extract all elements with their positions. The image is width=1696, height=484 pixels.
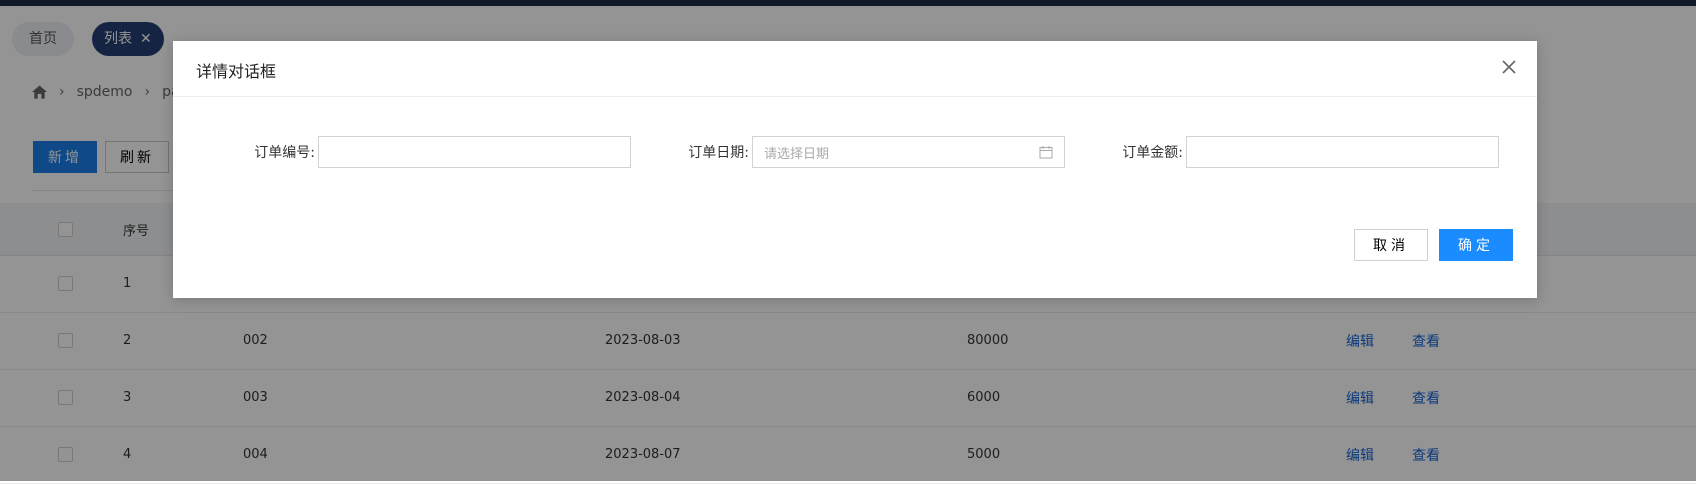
- form-item-order-no: 订单编号:: [233, 136, 631, 168]
- detail-dialog: 详情对话框 订单编号: 订单日期: 请选择日期 订单金额: 取消 确定: [173, 41, 1537, 298]
- order-date-label: 订单日期:: [688, 145, 749, 161]
- cancel-button[interactable]: 取消: [1354, 229, 1428, 261]
- order-date-picker[interactable]: 请选择日期: [752, 136, 1065, 168]
- confirm-button[interactable]: 确定: [1439, 229, 1513, 261]
- dialog-header: 详情对话框: [173, 41, 1537, 97]
- order-date-placeholder: 请选择日期: [764, 146, 830, 162]
- form-item-order-date: 订单日期: 请选择日期: [667, 136, 1065, 168]
- order-no-input[interactable]: [318, 136, 631, 168]
- order-no-label: 订单编号:: [254, 145, 315, 161]
- close-icon[interactable]: [1499, 57, 1519, 77]
- dialog-footer: 取消 确定: [1354, 229, 1513, 261]
- order-amount-input[interactable]: [1186, 136, 1499, 168]
- calendar-icon[interactable]: [1039, 145, 1053, 159]
- order-amount-label: 订单金额:: [1122, 145, 1183, 161]
- form-item-order-amount: 订单金额:: [1101, 136, 1499, 168]
- dialog-title: 详情对话框: [196, 62, 277, 81]
